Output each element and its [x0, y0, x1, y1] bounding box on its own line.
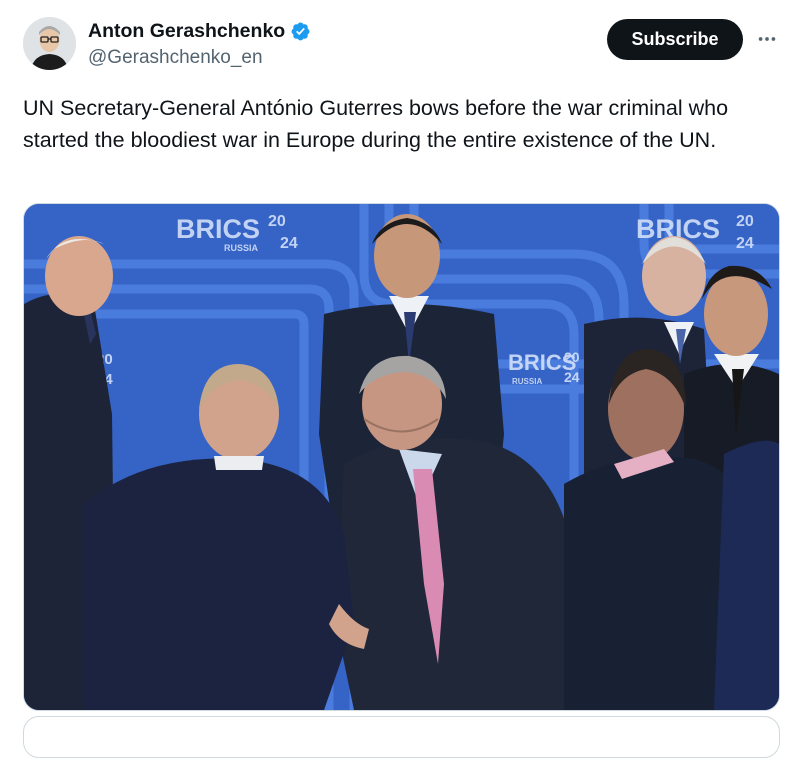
svg-text:20: 20: [736, 213, 754, 230]
svg-text:24: 24: [280, 235, 298, 252]
svg-text:20: 20: [268, 213, 286, 230]
svg-text:RUSSIA: RUSSIA: [224, 243, 259, 253]
next-card-edge: [23, 716, 780, 758]
subscribe-button[interactable]: Subscribe: [607, 19, 743, 60]
svg-text:RUSSIA: RUSSIA: [512, 377, 542, 386]
author-name-row[interactable]: Anton Gerashchenko: [88, 20, 311, 43]
tweet-photo[interactable]: BRICS 20 24 RUSSIA BRICS 20 24 BRICS 20 …: [23, 203, 780, 711]
avatar-portrait: [23, 17, 76, 70]
svg-text:BRICS: BRICS: [176, 214, 260, 244]
svg-text:24: 24: [564, 369, 580, 385]
more-horizontal-icon[interactable]: [754, 26, 780, 52]
photo-scene: BRICS 20 24 RUSSIA BRICS 20 24 BRICS 20 …: [24, 204, 779, 710]
verified-badge-icon: [290, 21, 311, 42]
svg-text:20: 20: [564, 349, 580, 365]
author-display-name[interactable]: Anton Gerashchenko: [88, 20, 285, 43]
tweet-text: UN Secretary-General António Guterres bo…: [23, 96, 729, 152]
author-handle[interactable]: @Gerashchenko_en: [88, 47, 263, 69]
author-avatar[interactable]: [23, 17, 76, 70]
svg-text:24: 24: [736, 235, 754, 252]
